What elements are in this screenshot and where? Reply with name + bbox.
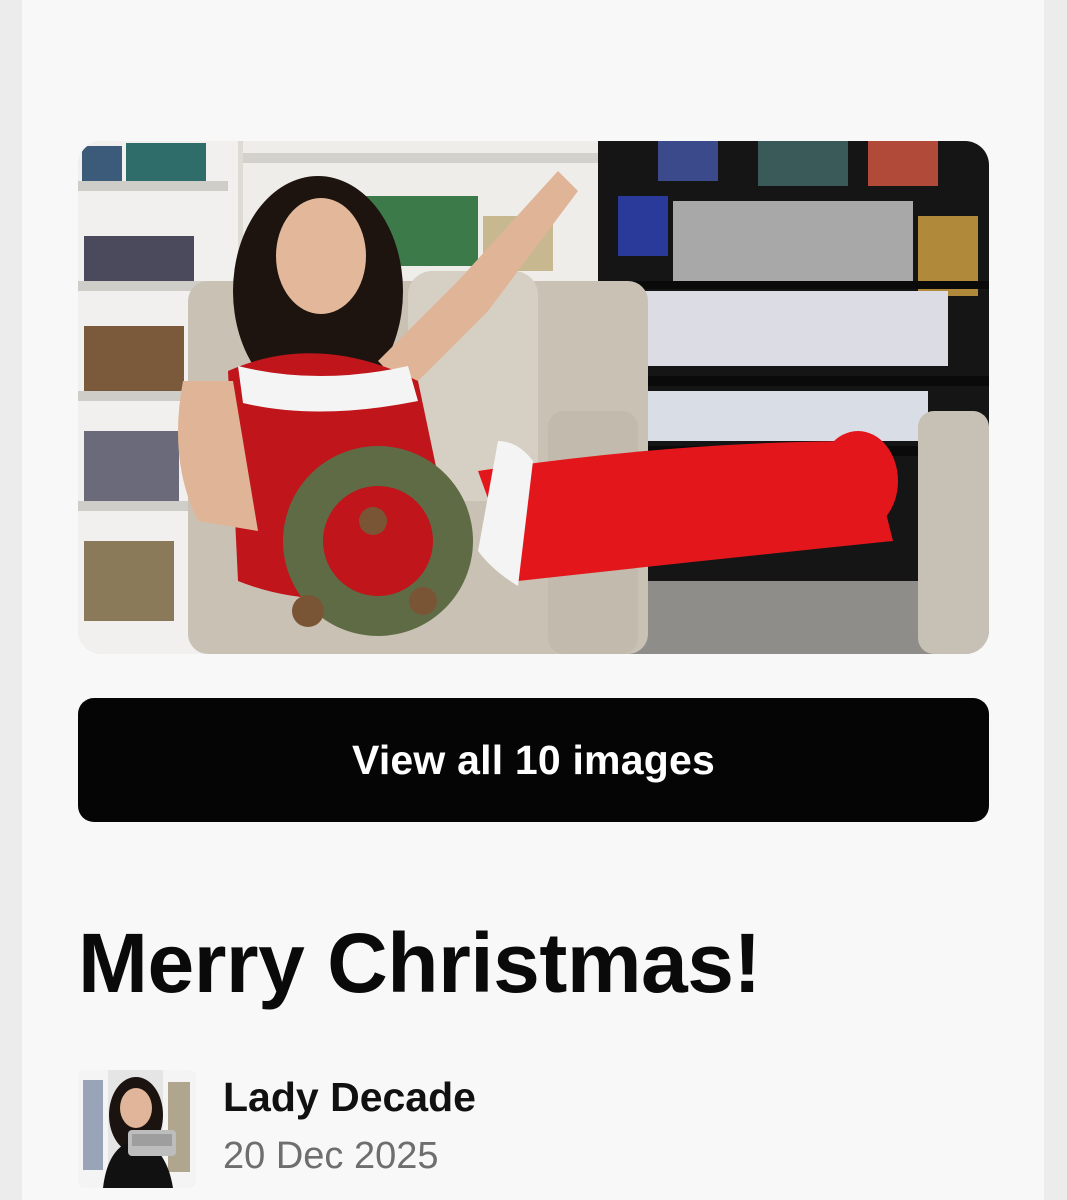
author-avatar[interactable]	[78, 1070, 196, 1188]
post-page: View all 10 images Merry Christmas! Lady…	[22, 0, 1044, 1200]
view-all-images-button[interactable]: View all 10 images	[78, 698, 989, 822]
author-name[interactable]: Lady Decade	[223, 1074, 476, 1121]
author-avatar-illustration	[78, 1070, 196, 1188]
hero-photo-illustration	[78, 141, 989, 654]
post-date: 20 Dec 2025	[223, 1135, 439, 1177]
post-title: Merry Christmas!	[78, 916, 761, 1010]
hero-image[interactable]	[78, 141, 989, 654]
